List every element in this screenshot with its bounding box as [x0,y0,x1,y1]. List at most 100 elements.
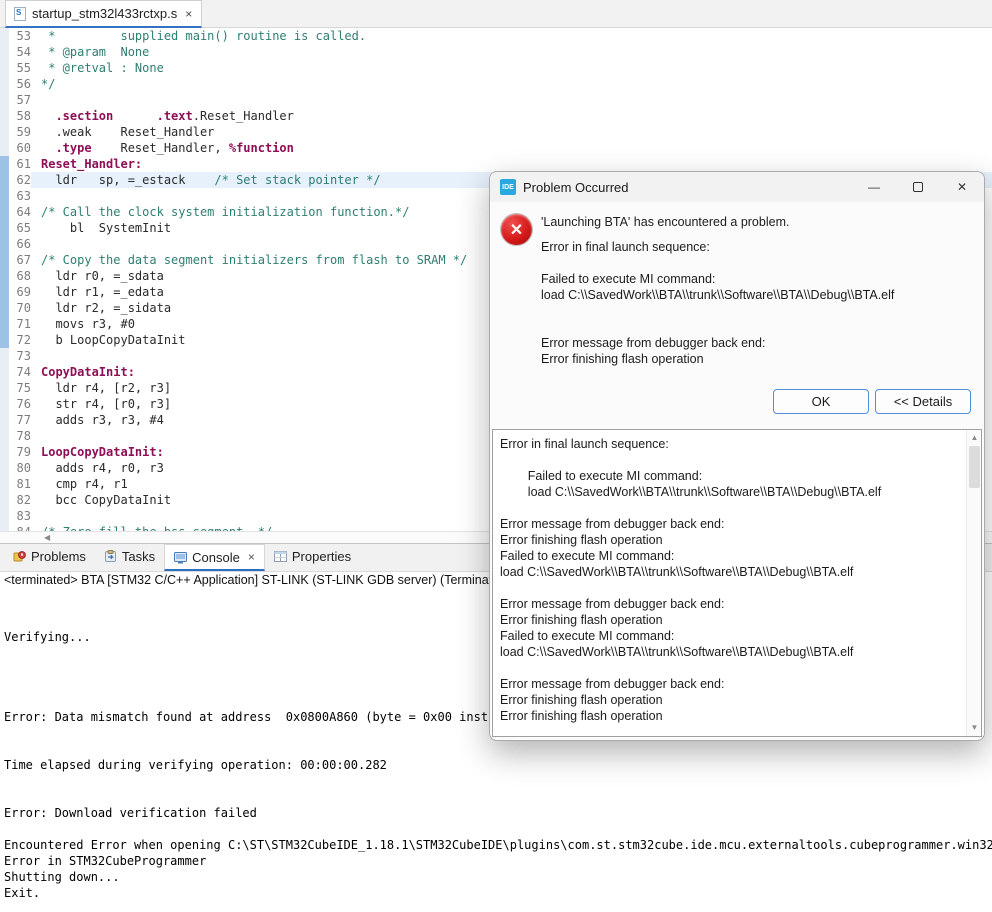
dialog-message: Error in final launch sequence: Failed t… [541,240,895,366]
assembly-file-icon: S [13,6,27,21]
tab-properties[interactable]: Properties [265,544,360,571]
file-icon-letter: S [16,8,22,17]
dialog-summary: 'Launching BTA' has encountered a proble… [541,215,790,229]
annotation-strip [0,444,9,460]
range-indicator [0,220,9,236]
code-line: 61 Reset_Handler: [0,156,992,172]
annotation-strip [0,28,9,44]
line-number: 69 [9,284,31,300]
annotation-strip [0,460,9,476]
line-number: 82 [9,492,31,508]
maximize-button[interactable] [896,172,940,202]
annotation-strip [0,92,9,108]
annotation-strip [0,524,9,531]
range-indicator [0,156,9,172]
annotation-strip [0,124,9,140]
dialog-title: Problem Occurred [523,179,629,195]
ide-window: S startup_stm32l433rctxp.s × 53 * suppli… [0,0,992,912]
annotation-strip [0,396,9,412]
details-button[interactable]: << Details [875,389,971,414]
code-text: .section .text.Reset_Handler [55,109,294,123]
range-indicator [0,316,9,332]
tab-tasks[interactable]: Tasks [95,544,164,571]
line-number: 72 [9,332,31,348]
line-number: 70 [9,300,31,316]
annotation-strip [0,412,9,428]
details-panel: Error in final launch sequence: Failed t… [492,429,982,737]
line-number: 83 [9,508,31,524]
line-number: 75 [9,380,31,396]
scroll-up-icon[interactable]: ▲ [967,431,982,445]
line-number: 66 [9,236,31,252]
line-number: 63 [9,188,31,204]
line-number: 76 [9,396,31,412]
line-number: 60 [9,140,31,156]
line-number: 68 [9,268,31,284]
details-text[interactable]: Error in final launch sequence: Failed t… [493,430,966,736]
line-number: 58 [9,108,31,124]
line-number: 54 [9,44,31,60]
properties-icon [273,550,287,563]
error-icon: ✕ [501,214,532,245]
line-number: 55 [9,60,31,76]
maximize-icon [913,182,923,192]
annotation-strip [0,348,9,364]
close-button[interactable]: ✕ [940,172,984,202]
problems-icon [13,550,26,563]
range-indicator [0,188,9,204]
line-number: 71 [9,316,31,332]
minimize-icon: — [868,180,880,194]
annotation-strip [0,76,9,92]
minimize-button[interactable]: — [852,172,896,202]
range-indicator [0,172,9,188]
scrollbar-thumb[interactable] [969,446,980,488]
annotation-strip [0,140,9,156]
annotation-strip [0,508,9,524]
code-text: * @retval : None [41,61,164,75]
range-indicator [0,252,9,268]
line-number: 64 [9,204,31,220]
tab-tasks-label: Tasks [121,549,156,564]
annotation-strip [0,476,9,492]
code-line: 60 .type Reset_Handler, %function [0,140,992,156]
annotation-strip [0,428,9,444]
line-number: 59 [9,124,31,140]
ok-button[interactable]: OK [773,389,869,414]
line-number: 80 [9,460,31,476]
line-number: 56 [9,76,31,92]
code-text: .type Reset_Handler, %function [55,141,294,155]
line-number: 53 [9,28,31,44]
ide-app-icon: IDE [500,179,516,195]
tab-console-label: Console [192,549,240,565]
console-icon [174,551,188,564]
code-line: 58 .section .text.Reset_Handler [0,108,992,124]
code-text: * @param None [41,45,150,59]
code-line: 55 * @retval : None [0,60,992,76]
code-line: 53 * supplied main() routine is called. [0,28,992,44]
tasks-icon [104,550,117,563]
line-number: 77 [9,412,31,428]
details-scrollbar[interactable]: ▲ ▼ [966,430,981,736]
range-indicator [0,300,9,316]
annotation-strip [0,44,9,60]
line-number: 84 [9,524,31,531]
code-text: * supplied main() routine is called. [41,29,367,43]
range-indicator [0,284,9,300]
scroll-down-icon[interactable]: ▼ [967,721,982,735]
tab-problems[interactable]: Problems [4,544,95,571]
line-number: 61 [9,156,31,172]
line-number: 81 [9,476,31,492]
code-line: 57 [0,92,992,108]
annotation-strip [0,60,9,76]
line-number: 62 [9,172,31,188]
editor-tab-close-icon[interactable]: × [185,7,192,21]
editor-tab-startup-file[interactable]: S startup_stm32l433rctxp.s × [5,0,203,28]
editor-tabbar: S startup_stm32l433rctxp.s × [0,0,992,28]
problem-occurred-dialog: IDE Problem Occurred — ✕ ✕ 'Launching BT… [489,171,985,741]
console-tab-close-icon[interactable]: × [248,550,255,564]
tab-problems-label: Problems [31,549,86,564]
dialog-titlebar[interactable]: IDE Problem Occurred — ✕ [490,172,984,202]
line-number: 57 [9,92,31,108]
tab-console[interactable]: Console × [164,544,265,571]
